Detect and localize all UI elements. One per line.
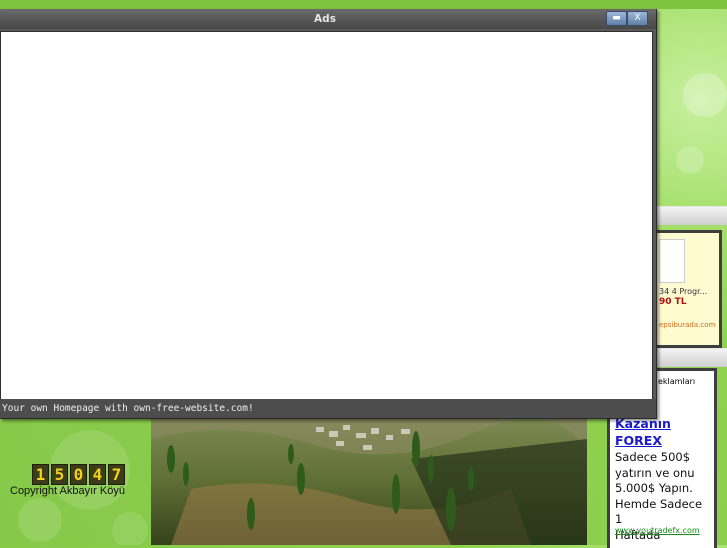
ad-box-header: eklamları <box>658 377 696 386</box>
sidebar-ad-product[interactable]: 34 4 Progr... 90 TL epsiburada.com <box>654 230 722 348</box>
ad-body-line: Hemde Sadece 1 <box>615 496 703 527</box>
popup-status-text: Your own Homepage with own-free-website.… <box>2 403 254 414</box>
visitor-counter: 1 5 0 4 7 <box>32 464 125 485</box>
ad-body-line: Sadece 500$ <box>615 450 691 464</box>
village-photo <box>151 419 587 545</box>
top-green-strip <box>0 0 727 9</box>
ads-popup-window[interactable]: Ads ▬ X Your own Homepage with own-free-… <box>0 9 657 419</box>
sidebar-header-1 <box>657 206 727 225</box>
counter-digit: 4 <box>89 464 106 485</box>
ad-body-line: yatırın ve onu <box>615 465 695 480</box>
counter-digit: 5 <box>51 464 68 485</box>
counter-digit: 7 <box>108 464 125 485</box>
counter-digit: 0 <box>70 464 87 485</box>
product-thumbnail[interactable] <box>659 239 685 283</box>
popup-statusbar: Your own Homepage with own-free-website.… <box>0 399 656 418</box>
close-icon: X <box>634 13 641 23</box>
product-name[interactable]: 34 4 Progr... <box>659 287 707 296</box>
product-source[interactable]: epsiburada.com <box>659 321 715 329</box>
ad-headline-line-3[interactable]: FOREX <box>615 432 711 449</box>
product-price: 90 TL <box>659 297 687 307</box>
close-button[interactable]: X <box>627 11 648 26</box>
copyright-text: Copyright Akbayır Köyü <box>10 485 125 497</box>
counter-digit: 1 <box>32 464 49 485</box>
popup-title: Ads <box>314 13 336 25</box>
page: { "popup": { "title": "Ads", "status_tex… <box>0 0 727 548</box>
popup-content-area[interactable] <box>0 31 653 400</box>
minimize-icon: ▬ <box>612 13 621 23</box>
minimize-button[interactable]: ▬ <box>606 11 627 26</box>
ad-url-link[interactable]: www.youtradefx.com <box>615 526 700 535</box>
sidebar-header-2 <box>657 348 727 367</box>
ad-body-line: 5.000$ Yapın. <box>615 481 693 495</box>
popup-titlebar[interactable]: Ads ▬ X <box>0 9 656 29</box>
